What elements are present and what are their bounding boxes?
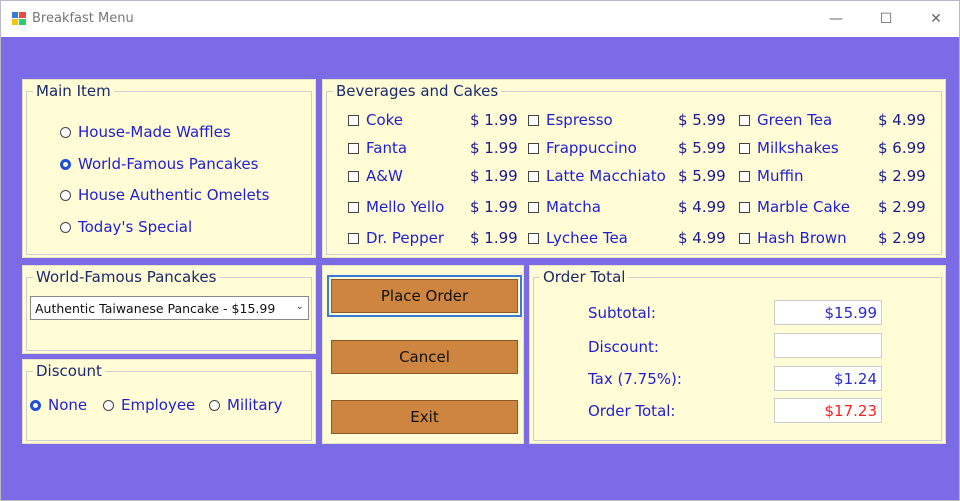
price-milkshakes: $ 6.99 — [878, 139, 926, 157]
price-marble-cake: $ 2.99 — [878, 198, 926, 216]
checkbox-icon — [528, 114, 539, 126]
discount-label: Discount: — [588, 338, 659, 356]
radio-pancakes[interactable]: World-Famous Pancakes — [60, 155, 258, 173]
radio-icon — [60, 126, 71, 138]
checkbox-hash-brown[interactable]: Hash Brown — [739, 229, 847, 247]
beverages-group: Beverages and Cakes Coke $ 1.99 Fanta $ … — [326, 82, 942, 255]
title-bar: Breakfast Menu — ☐ ✕ — [1, 1, 959, 37]
order-total-label: Order Total: — [588, 402, 676, 420]
checkbox-icon — [739, 142, 750, 154]
radio-icon — [209, 399, 220, 411]
checkbox-icon — [348, 201, 359, 213]
chevron-down-icon: ⌄ — [295, 301, 304, 312]
radio-selected-icon — [30, 399, 41, 411]
pancake-select-value: Authentic Taiwanese Pancake - $15.99 — [35, 300, 276, 316]
order-total-legend: Order Total — [540, 268, 629, 286]
place-order-button[interactable]: Place Order — [327, 275, 522, 317]
order-total-panel: Order Total Subtotal: $15.99 Discount: T… — [529, 265, 946, 444]
radio-icon — [60, 221, 71, 233]
checkbox-icon — [348, 142, 359, 154]
discount-field — [774, 333, 882, 358]
discount-legend: Discount — [33, 362, 105, 380]
subtotal-field: $15.99 — [774, 300, 882, 325]
checkbox-milkshakes[interactable]: Milkshakes — [739, 139, 839, 157]
checkbox-icon — [348, 170, 359, 182]
pancakes-legend: World-Famous Pancakes — [33, 268, 220, 286]
subtotal-label: Subtotal: — [588, 304, 656, 322]
order-total-group: Order Total Subtotal: $15.99 Discount: T… — [533, 268, 942, 441]
radio-discount-none[interactable]: None — [30, 396, 87, 414]
checkbox-icon — [528, 232, 539, 244]
price-frappuccino: $ 5.99 — [678, 139, 726, 157]
checkbox-icon — [528, 201, 539, 213]
price-fanta: $ 1.99 — [470, 139, 518, 157]
main-item-panel: Main Item House-Made Waffles World-Famou… — [22, 79, 316, 258]
close-button[interactable]: ✕ — [913, 1, 959, 37]
checkbox-fanta[interactable]: Fanta — [348, 139, 407, 157]
price-latte-macchiato: $ 5.99 — [678, 167, 726, 185]
discount-group: Discount None Employee Military — [26, 362, 312, 441]
price-green-tea: $ 4.99 — [878, 111, 926, 129]
checkbox-marble-cake[interactable]: Marble Cake — [739, 198, 850, 216]
radio-todays-special[interactable]: Today's Special — [60, 218, 192, 236]
checkbox-green-tea[interactable]: Green Tea — [739, 111, 832, 129]
checkbox-muffin[interactable]: Muffin — [739, 167, 803, 185]
checkbox-aw[interactable]: A&W — [348, 167, 403, 185]
checkbox-dr-pepper[interactable]: Dr. Pepper — [348, 229, 444, 247]
pancakes-panel: World-Famous Pancakes Authentic Taiwanes… — [22, 265, 316, 354]
radio-selected-icon — [60, 158, 71, 170]
radio-waffles[interactable]: House-Made Waffles — [60, 123, 231, 141]
price-aw: $ 1.99 — [470, 167, 518, 185]
checkbox-espresso[interactable]: Espresso — [528, 111, 613, 129]
price-muffin: $ 2.99 — [878, 167, 926, 185]
pancakes-group: World-Famous Pancakes Authentic Taiwanes… — [26, 268, 312, 351]
checkbox-icon — [739, 114, 750, 126]
checkbox-icon — [739, 201, 750, 213]
price-mello-yello: $ 1.99 — [470, 198, 518, 216]
pancake-select[interactable]: Authentic Taiwanese Pancake - $15.99 ⌄ — [30, 296, 309, 320]
tax-field: $1.24 — [774, 366, 882, 391]
cancel-button[interactable]: Cancel — [331, 340, 518, 374]
price-matcha: $ 4.99 — [678, 198, 726, 216]
beverages-legend: Beverages and Cakes — [333, 82, 502, 100]
radio-discount-employee[interactable]: Employee — [103, 396, 195, 414]
price-espresso: $ 5.99 — [678, 111, 726, 129]
checkbox-icon — [528, 142, 539, 154]
checkbox-icon — [348, 114, 359, 126]
checkbox-lychee-tea[interactable]: Lychee Tea — [528, 229, 628, 247]
app-window: Breakfast Menu — ☐ ✕ Main Item House-Mad… — [0, 0, 960, 501]
beverages-panel: Beverages and Cakes Coke $ 1.99 Fanta $ … — [322, 79, 946, 258]
checkbox-coke[interactable]: Coke — [348, 111, 403, 129]
app-icon — [12, 12, 26, 25]
price-hash-brown: $ 2.99 — [878, 229, 926, 247]
tax-label: Tax (7.75%): — [588, 370, 682, 388]
price-dr-pepper: $ 1.99 — [470, 229, 518, 247]
price-lychee-tea: $ 4.99 — [678, 229, 726, 247]
checkbox-mello-yello[interactable]: Mello Yello — [348, 198, 444, 216]
main-item-group: Main Item House-Made Waffles World-Famou… — [26, 82, 312, 255]
checkbox-latte-macchiato[interactable]: Latte Macchiato — [528, 167, 666, 185]
actions-panel: Place Order Cancel Exit — [322, 265, 524, 444]
checkbox-icon — [739, 170, 750, 182]
client-area: Main Item House-Made Waffles World-Famou… — [1, 37, 959, 500]
radio-omelets[interactable]: House Authentic Omelets — [60, 186, 269, 204]
checkbox-matcha[interactable]: Matcha — [528, 198, 601, 216]
radio-icon — [60, 189, 71, 201]
exit-button[interactable]: Exit — [331, 400, 518, 434]
minimize-button[interactable]: — — [813, 1, 859, 37]
radio-discount-military[interactable]: Military — [209, 396, 283, 414]
checkbox-frappuccino[interactable]: Frappuccino — [528, 139, 637, 157]
checkbox-icon — [528, 170, 539, 182]
window-title: Breakfast Menu — [32, 11, 134, 26]
maximize-button[interactable]: ☐ — [863, 1, 909, 37]
order-total-field: $17.23 — [774, 398, 882, 423]
radio-icon — [103, 399, 114, 411]
price-coke: $ 1.99 — [470, 111, 518, 129]
discount-panel: Discount None Employee Military — [22, 359, 316, 444]
checkbox-icon — [739, 232, 750, 244]
checkbox-icon — [348, 232, 359, 244]
main-item-legend: Main Item — [33, 82, 114, 100]
